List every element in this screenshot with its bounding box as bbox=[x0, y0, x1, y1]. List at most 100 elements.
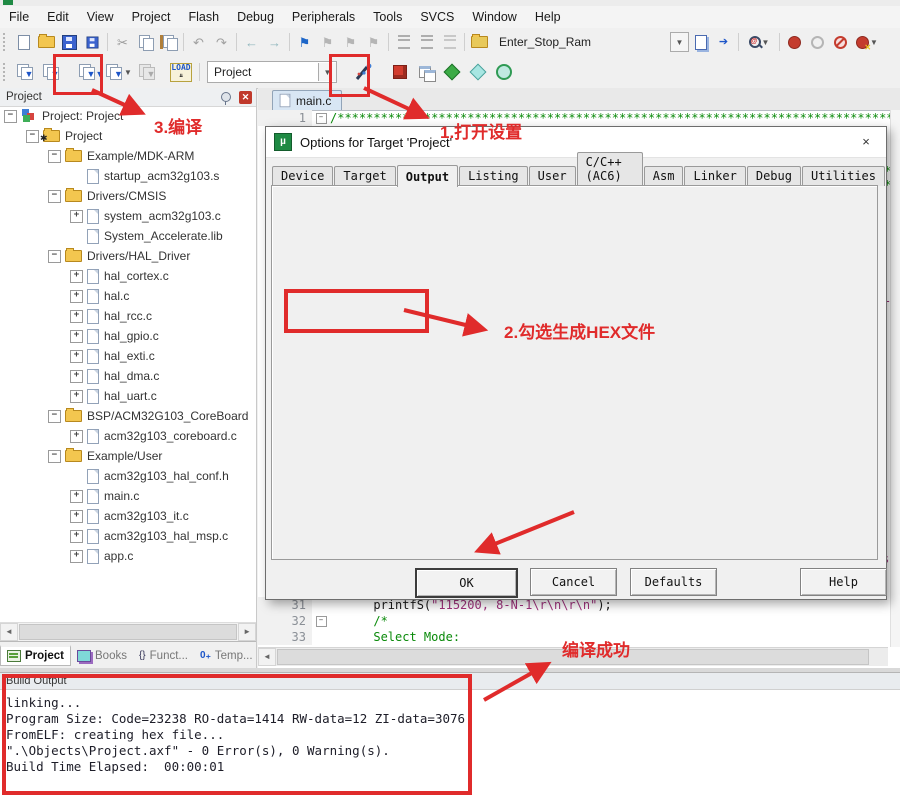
collapse-icon[interactable]: − bbox=[4, 110, 17, 123]
menu-file[interactable]: File bbox=[0, 8, 38, 26]
tab-books[interactable]: Books bbox=[71, 647, 133, 665]
manage-components-icon[interactable] bbox=[491, 61, 517, 83]
tab-debug[interactable]: Debug bbox=[747, 166, 801, 186]
pack-installer-icon[interactable] bbox=[465, 61, 491, 83]
tree-item-group[interactable]: −Drivers/CMSIS bbox=[0, 186, 256, 206]
code-line-32[interactable]: 32 − /* bbox=[258, 613, 900, 629]
expand-icon[interactable]: + bbox=[70, 430, 83, 443]
scroll-right-icon[interactable]: ► bbox=[238, 623, 256, 641]
tree-item-group[interactable]: −BSP/ACM32G103_CoreBoard bbox=[0, 406, 256, 426]
editor-vertical-scrollbar[interactable] bbox=[890, 110, 900, 647]
insert-bookmark-icon[interactable]: ⚑ bbox=[293, 31, 316, 53]
find-tool-icon[interactable]: @▼ bbox=[742, 31, 776, 53]
menu-window[interactable]: Window bbox=[463, 8, 525, 26]
tree-item-file[interactable]: +app.c bbox=[0, 546, 256, 566]
build-button[interactable]: ▼ bbox=[38, 61, 64, 83]
cut-icon[interactable]: ✂ bbox=[111, 31, 134, 53]
scroll-left-icon[interactable]: ◄ bbox=[258, 648, 276, 666]
save-button[interactable] bbox=[58, 31, 81, 53]
tab-device[interactable]: Device bbox=[272, 166, 333, 186]
help-button[interactable]: Help bbox=[800, 568, 887, 596]
menu-view[interactable]: View bbox=[78, 8, 123, 26]
tab-user[interactable]: User bbox=[529, 166, 576, 186]
expand-icon[interactable]: + bbox=[70, 510, 83, 523]
tab-linker[interactable]: Linker bbox=[684, 166, 745, 186]
fold-icon[interactable]: − bbox=[316, 113, 327, 124]
expand-icon[interactable]: + bbox=[70, 330, 83, 343]
breakpoint-disable-all-icon[interactable] bbox=[829, 31, 852, 53]
cancel-button[interactable]: Cancel bbox=[530, 568, 617, 596]
file-extensions-icon[interactable] bbox=[387, 61, 413, 83]
undo-icon[interactable]: ↶ bbox=[187, 31, 210, 53]
tab-utilities[interactable]: Utilities bbox=[802, 166, 885, 186]
menu-peripherals[interactable]: Peripherals bbox=[283, 8, 364, 26]
manage-run-time-icon[interactable] bbox=[439, 61, 465, 83]
target-select-value[interactable]: Project bbox=[214, 65, 318, 79]
tree-item-file[interactable]: +hal.c bbox=[0, 286, 256, 306]
find-in-files-icon[interactable] bbox=[468, 31, 491, 53]
expand-icon[interactable]: + bbox=[70, 370, 83, 383]
manage-windows-icon[interactable] bbox=[413, 61, 439, 83]
dialog-close-icon[interactable]: × bbox=[856, 132, 876, 152]
expand-icon[interactable]: + bbox=[70, 310, 83, 323]
collapse-icon[interactable]: − bbox=[48, 150, 61, 163]
expand-icon[interactable]: + bbox=[70, 270, 83, 283]
copy-icon[interactable] bbox=[134, 31, 157, 53]
open-file-button[interactable] bbox=[35, 31, 58, 53]
target-select[interactable]: Project ▼ bbox=[207, 61, 337, 83]
build-output-header[interactable]: Build Output bbox=[0, 673, 900, 690]
tree-item-group[interactable]: −Example/User bbox=[0, 446, 256, 466]
navigate-back-icon[interactable]: ← bbox=[240, 31, 263, 53]
stop-build-button[interactable]: ▼ bbox=[134, 61, 160, 83]
expand-icon[interactable]: + bbox=[70, 490, 83, 503]
scroll-left-icon[interactable]: ◄ bbox=[0, 623, 18, 641]
tree-item-file[interactable]: +hal_exti.c bbox=[0, 346, 256, 366]
find-combobox[interactable]: Enter_Stop_Ram ▼ bbox=[499, 32, 689, 52]
tab-listing[interactable]: Listing bbox=[459, 166, 528, 186]
batch-build-button[interactable]: ▼▼ bbox=[104, 61, 134, 83]
tab-output[interactable]: Output bbox=[397, 165, 458, 187]
expand-icon[interactable]: + bbox=[70, 550, 83, 563]
tree-item-workspace[interactable]: −Project: Project bbox=[0, 106, 256, 126]
pin-icon[interactable] bbox=[221, 92, 231, 102]
ok-button[interactable]: OK bbox=[415, 568, 518, 598]
tab-project[interactable]: Project bbox=[0, 645, 71, 666]
breakpoint-disable-icon[interactable] bbox=[806, 31, 829, 53]
find-text[interactable]: Enter_Stop_Ram bbox=[499, 35, 666, 49]
expand-icon[interactable]: + bbox=[70, 210, 83, 223]
tree-item-file[interactable]: +main.c bbox=[0, 486, 256, 506]
menu-help[interactable]: Help bbox=[526, 8, 570, 26]
tree-item-file[interactable]: +hal_rcc.c bbox=[0, 306, 256, 326]
breakpoint-kill-all-icon[interactable]: ▼ bbox=[852, 31, 882, 53]
tree-item-group[interactable]: −Example/MDK-ARM bbox=[0, 146, 256, 166]
collapse-icon[interactable]: − bbox=[48, 250, 61, 263]
tree-item-file[interactable]: +system_acm32g103.c bbox=[0, 206, 256, 226]
translate-button[interactable]: ▼ bbox=[12, 61, 38, 83]
code-line-1[interactable]: 1 − /***********************************… bbox=[258, 110, 900, 126]
scroll-thumb[interactable] bbox=[19, 624, 237, 640]
tree-item-file[interactable]: +System_Accelerate.lib bbox=[0, 226, 256, 246]
menu-edit[interactable]: Edit bbox=[38, 8, 78, 26]
options-for-target-button[interactable] bbox=[347, 61, 381, 83]
close-panel-icon[interactable]: ✕ bbox=[239, 91, 252, 104]
tree-item-file[interactable]: +acm32g103_hal_msp.c bbox=[0, 526, 256, 546]
tree-item-file[interactable]: +hal_dma.c bbox=[0, 366, 256, 386]
fold-icon[interactable]: − bbox=[316, 616, 327, 627]
menu-svcs[interactable]: SVCS bbox=[411, 8, 463, 26]
expand-icon[interactable]: + bbox=[70, 350, 83, 363]
tree-item-file[interactable]: +hal_cortex.c bbox=[0, 266, 256, 286]
find-next-icon[interactable] bbox=[689, 31, 712, 53]
comment-icon[interactable] bbox=[438, 31, 461, 53]
menu-tools[interactable]: Tools bbox=[364, 8, 411, 26]
navigate-forward-icon[interactable]: → bbox=[263, 31, 286, 53]
target-dropdown-icon[interactable]: ▼ bbox=[318, 63, 336, 81]
next-bookmark-icon[interactable]: ⚑ bbox=[339, 31, 362, 53]
collapse-icon[interactable]: − bbox=[48, 450, 61, 463]
breakpoint-toggle-icon[interactable] bbox=[783, 31, 806, 53]
expand-icon[interactable]: + bbox=[70, 390, 83, 403]
tree-item-file[interactable]: +hal_gpio.c bbox=[0, 326, 256, 346]
tree-item-file[interactable]: +hal_uart.c bbox=[0, 386, 256, 406]
tab-target[interactable]: Target bbox=[334, 166, 395, 186]
menu-debug[interactable]: Debug bbox=[228, 8, 283, 26]
tab-asm[interactable]: Asm bbox=[644, 166, 684, 186]
